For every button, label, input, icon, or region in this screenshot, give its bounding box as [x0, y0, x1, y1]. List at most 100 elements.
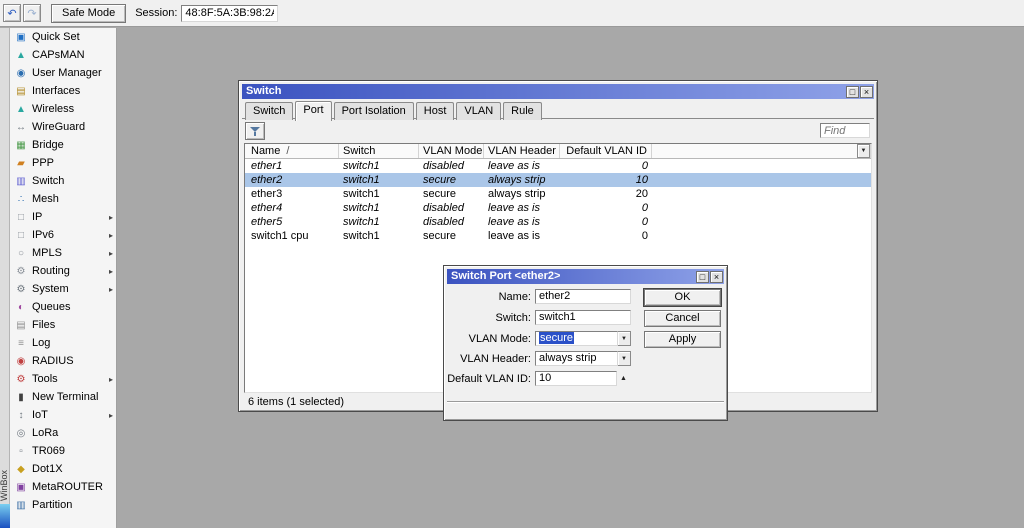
switch-port-dialog: Switch Port <ether2> □ × Name: ether2 Swit…: [443, 265, 728, 421]
field-control-vlan-mode: secure ▼: [535, 331, 631, 347]
ipv6-icon: □: [17, 229, 25, 241]
tab-port[interactable]: Port: [295, 101, 332, 121]
sidebar-item-lora[interactable]: ◎ LoRa: [10, 424, 116, 442]
sidebar-item-label: Wireless: [32, 103, 75, 115]
sidebar-item-log[interactable]: ≡ Log: [10, 334, 116, 352]
switch-window-titlebar[interactable]: Switch □ ×: [242, 84, 874, 99]
cell-switch: switch1: [343, 160, 380, 172]
table-row[interactable]: ether5 switch1 disabled leave as is 0: [245, 215, 871, 229]
column-header-switch[interactable]: Switch: [339, 144, 419, 158]
sidebar-item-files[interactable]: ▤ Files: [10, 316, 116, 334]
sidebar-item-ppp[interactable]: ▰ PPP: [10, 154, 116, 172]
submenu-arrow-icon: ▸: [108, 410, 113, 420]
port-table-body: ether1 switch1 disabled leave as is 0 ether2 s…: [245, 159, 871, 243]
sidebar-item-mpls[interactable]: ○ MPLS ▸: [10, 244, 116, 262]
column-header-name[interactable]: Name /: [245, 144, 339, 158]
wireless-icon: ▲: [16, 103, 26, 115]
chevron-down-icon: ▼: [621, 355, 627, 362]
sidebar-item-queues[interactable]: ◐ Queues: [10, 298, 116, 316]
name-input[interactable]: ether2: [535, 289, 631, 304]
column-header-filler: [652, 144, 871, 158]
window-title: Switch: [246, 85, 282, 97]
selected-text: secure: [539, 332, 575, 344]
sidebar-item-interfaces[interactable]: ▤ Interfaces: [10, 82, 116, 100]
sidebar-item-label: Switch: [32, 175, 65, 187]
table-row[interactable]: switch1 cpu switch1 secure leave as is 0: [245, 229, 871, 243]
sidebar-item-dot1x[interactable]: ◆ Dot1X: [10, 460, 116, 478]
dialog-maximize-button[interactable]: □: [696, 270, 709, 283]
close-icon: ×: [863, 86, 870, 97]
sidebar-item-switch[interactable]: ▥ Switch: [10, 172, 116, 190]
field-control-default-vlan-id: 10 ▲: [535, 371, 627, 387]
column-menu-button[interactable]: ▼: [857, 144, 870, 158]
close-button[interactable]: ×: [860, 85, 873, 98]
filter-button[interactable]: [245, 122, 265, 140]
column-header-vlan-header[interactable]: VLAN Header: [484, 144, 560, 158]
sidebar-item-ipv6[interactable]: □ IPv6 ▸: [10, 226, 116, 244]
vlan-mode-dropdown-button[interactable]: ▼: [618, 331, 631, 346]
undo-button[interactable]: ↶: [3, 4, 21, 22]
table-row[interactable]: ether3 switch1 secure always strip 20: [245, 187, 871, 201]
maximize-button[interactable]: □: [846, 85, 859, 98]
submenu-arrow-icon: ▸: [108, 284, 113, 294]
sidebar-item-system[interactable]: ⚙ System ▸: [10, 280, 116, 298]
sidebar-item-tr069[interactable]: ▫ TR069: [10, 442, 116, 460]
maximize-icon: □: [849, 86, 856, 97]
apply-button[interactable]: Apply: [644, 331, 721, 348]
table-row[interactable]: ether4 switch1 disabled leave as is 0: [245, 201, 871, 215]
dialog-close-button[interactable]: ×: [710, 270, 723, 283]
tab-rule[interactable]: Rule: [503, 102, 542, 120]
sidebar-item-label: User Manager: [32, 67, 102, 79]
sidebar-item-label: Routing: [32, 265, 70, 277]
table-row[interactable]: ether1 switch1 disabled leave as is 0: [245, 159, 871, 173]
tab-port-isolation[interactable]: Port Isolation: [333, 102, 414, 120]
sort-indicator: /: [286, 145, 290, 157]
vlan-header-input[interactable]: always strip: [535, 351, 618, 366]
sidebar-item-wireless[interactable]: ▲ Wireless: [10, 100, 116, 118]
vlan-mode-input[interactable]: secure: [535, 331, 618, 346]
ok-button[interactable]: OK: [644, 289, 721, 306]
submenu-arrow-icon: ▸: [108, 230, 113, 240]
table-row[interactable]: ether2 switch1 secure always strip 10: [245, 173, 871, 187]
tab-bar: Switch Port Port Isolation Host VLAN Rule: [242, 100, 874, 121]
redo-icon: ↷: [27, 7, 37, 20]
sidebar-item-label: TR069: [32, 445, 66, 457]
cell-filler: [652, 201, 871, 215]
tab-vlan[interactable]: VLAN: [456, 102, 502, 120]
cell-default-vlan-id: 10: [635, 174, 648, 186]
field-label-switch: Switch:: [495, 312, 531, 324]
safe-mode-button[interactable]: Safe Mode: [51, 3, 127, 23]
redo-button[interactable]: ↷: [23, 4, 41, 22]
switch-input[interactable]: switch1: [535, 310, 631, 325]
sidebar-item-label: Queues: [32, 301, 71, 313]
sidebar-item-wireguard[interactable]: ↔ WireGuard: [10, 118, 116, 136]
sidebar-item-iot[interactable]: ↕ IoT ▸: [10, 406, 116, 424]
sidebar-item-ip[interactable]: □ IP ▸: [10, 208, 116, 226]
sidebar-item-quick-set[interactable]: ▣ Quick Set: [10, 28, 116, 46]
sidebar-item-user-manager[interactable]: ◉ User Manager: [10, 64, 116, 82]
user-manager-icon: ◉: [16, 67, 26, 79]
sidebar-item-routing[interactable]: ⚙ Routing ▸: [10, 262, 116, 280]
sidebar-item-metarouter[interactable]: ▣ MetaROUTER: [10, 478, 116, 496]
cancel-button[interactable]: Cancel: [644, 310, 721, 327]
sidebar-item-partition[interactable]: ▥ Partition: [10, 496, 116, 514]
vlan-header-dropdown-button[interactable]: ▼: [618, 351, 631, 366]
tab-host[interactable]: Host: [415, 102, 455, 120]
cell-name: ether4: [251, 202, 283, 214]
sidebar-item-mesh[interactable]: ∴ Mesh: [10, 190, 116, 208]
tools-icon: ⚙: [16, 373, 26, 385]
session-input[interactable]: [181, 4, 279, 22]
sidebar-item-capsman[interactable]: ▲ CAPsMAN: [10, 46, 116, 64]
find-input[interactable]: [820, 123, 870, 138]
sidebar-item-tools[interactable]: ⚙ Tools ▸: [10, 370, 116, 388]
sidebar-item-radius[interactable]: ◉ RADIUS: [10, 352, 116, 370]
tab-switch[interactable]: Switch: [245, 102, 294, 120]
column-header-vlan-mode[interactable]: VLAN Mode: [419, 144, 484, 158]
spinner-up-icon[interactable]: ▲: [620, 371, 627, 387]
dialog-titlebar[interactable]: Switch Port <ether2> □ ×: [447, 269, 724, 284]
sidebar-item-label: RADIUS: [32, 355, 74, 367]
sidebar-item-new-terminal[interactable]: ▮ New Terminal: [10, 388, 116, 406]
sidebar-item-bridge[interactable]: ▦ Bridge: [10, 136, 116, 154]
column-header-default-vlan-id[interactable]: Default VLAN ID: [560, 144, 652, 158]
default-vlan-id-input[interactable]: 10: [535, 371, 617, 386]
